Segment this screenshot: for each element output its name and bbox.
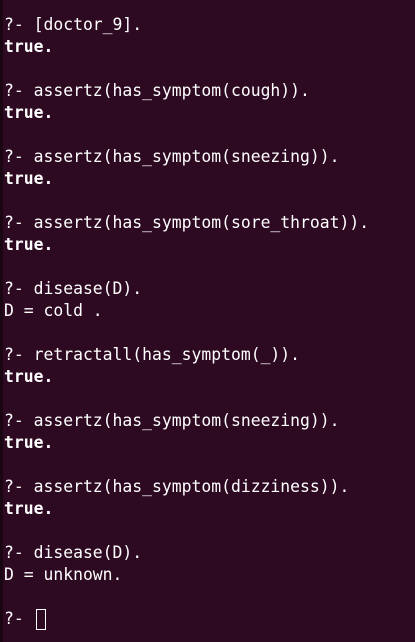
query-line: ?- assertz(has_symptom(sore_throat)). — [4, 213, 370, 232]
query-line: ?- disease(D). — [4, 279, 143, 298]
query-line: ?- retractall(has_symptom(_)). — [4, 345, 301, 364]
output-block: ?- [doctor_9]. true. — [4, 14, 415, 58]
result-line: true. — [4, 499, 54, 518]
result-line: true. — [4, 103, 54, 122]
output-block: ?- assertz(has_symptom(sneezing)). true. — [4, 146, 415, 190]
query-line: ?- assertz(has_symptom(sneezing)). — [4, 411, 340, 430]
output-block: ?- assertz(has_symptom(sore_throat)). tr… — [4, 212, 415, 256]
output-block: ?- disease(D). D = cold . — [4, 278, 415, 322]
query-line: ?- assertz(has_symptom(dizziness)). — [4, 477, 350, 496]
answer-line: D = cold . — [4, 301, 103, 320]
query-line: ?- disease(D). — [4, 543, 143, 562]
output-block: ?- assertz(has_symptom(dizziness)). true… — [4, 476, 415, 520]
input-prompt-line[interactable]: ?- — [4, 608, 415, 630]
result-line: true. — [4, 433, 54, 452]
answer-line: D = unknown. — [4, 565, 123, 584]
window-left-edge — [0, 0, 3, 642]
text-cursor[interactable] — [35, 608, 46, 630]
output-block: ?- assertz(has_symptom(cough)). true. — [4, 80, 415, 124]
query-line: ?- [doctor_9]. — [4, 15, 143, 34]
result-line: true. — [4, 235, 54, 254]
query-line: ?- assertz(has_symptom(sneezing)). — [4, 147, 340, 166]
prompt-text: ?- — [4, 609, 34, 628]
result-line: true. — [4, 169, 54, 188]
result-line: true. — [4, 37, 54, 56]
query-line: ?- assertz(has_symptom(cough)). — [4, 81, 310, 100]
result-line: true. — [4, 367, 54, 386]
output-block: ?- retractall(has_symptom(_)). true. — [4, 344, 415, 388]
terminal-window[interactable]: ?- [doctor_9]. true. ?- assertz(has_symp… — [0, 0, 415, 642]
output-block: ?- disease(D). D = unknown. — [4, 542, 415, 586]
output-block: ?- assertz(has_symptom(sneezing)). true. — [4, 410, 415, 454]
